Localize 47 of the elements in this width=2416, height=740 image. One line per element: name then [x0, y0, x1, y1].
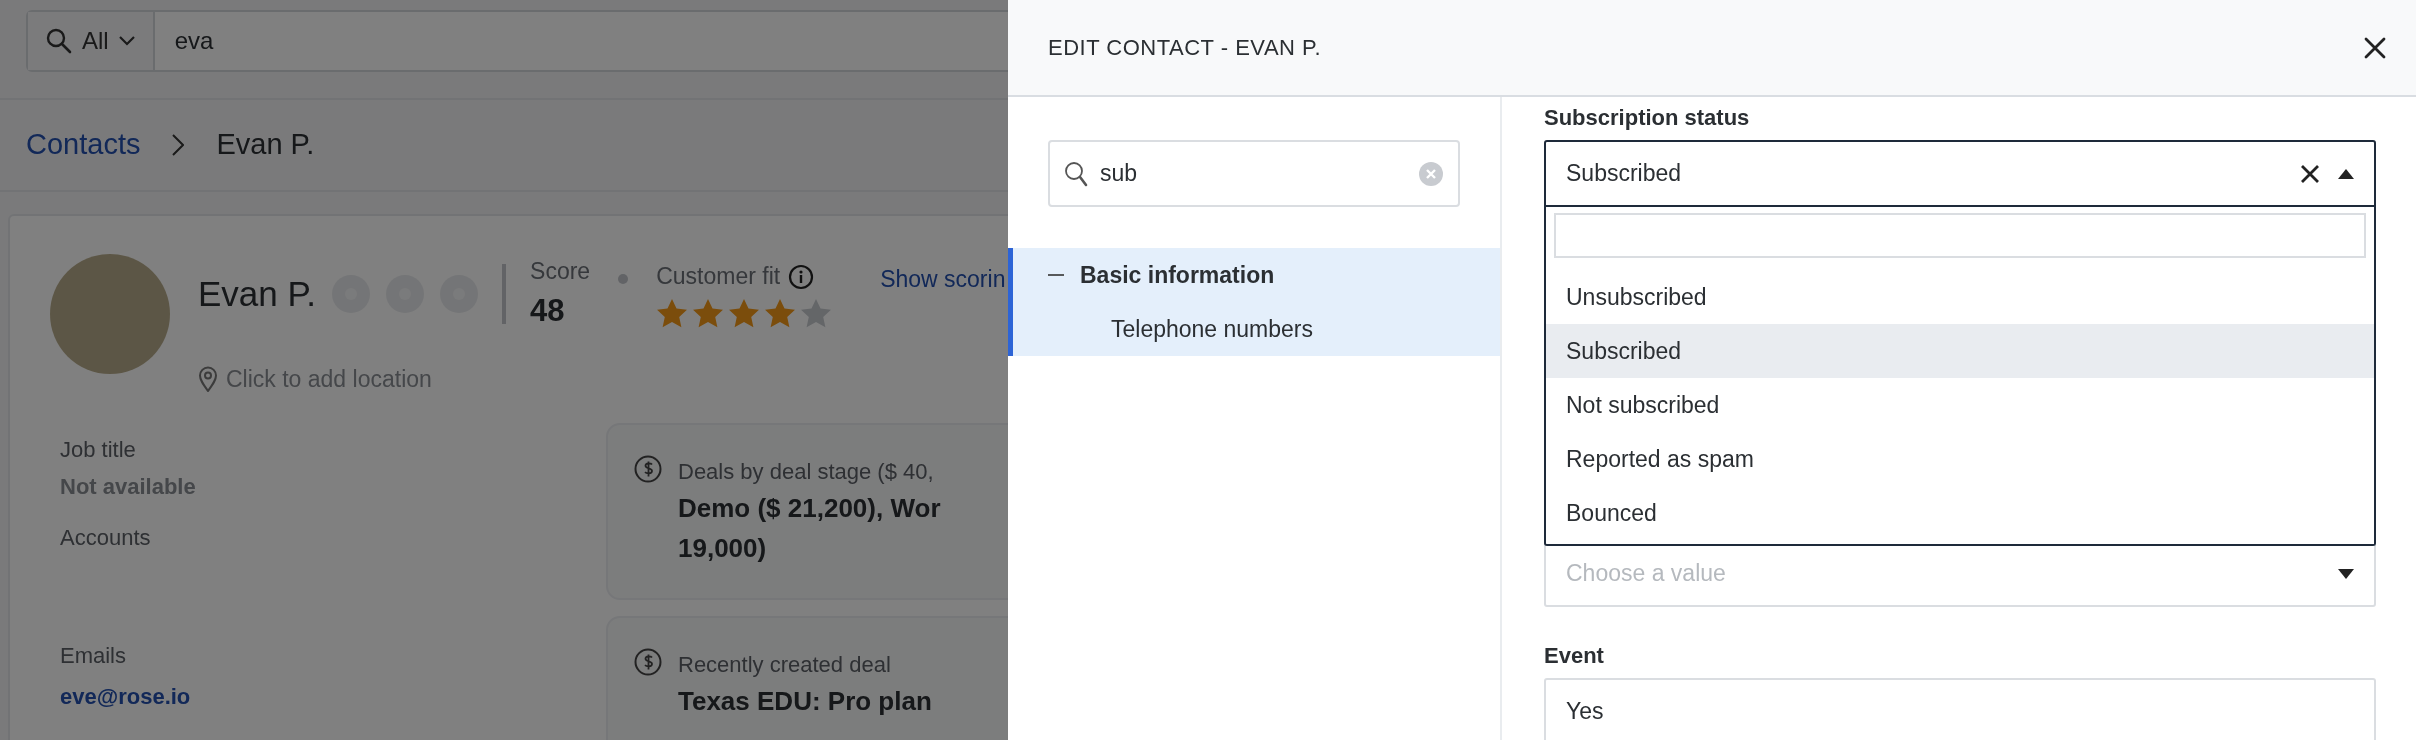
card-title: Deals by deal stage ($ 40, [678, 457, 935, 486]
chevron-right-icon [172, 134, 185, 156]
caret-up-icon [2338, 168, 2354, 179]
card-title: Recently created deal [678, 651, 892, 680]
filled-star-icon [764, 297, 797, 329]
score-value: 48 [530, 292, 566, 330]
dollar-icon [634, 648, 662, 677]
contact-name: Evan P. [198, 272, 317, 315]
field-label: Event [1544, 642, 1605, 670]
card-value: Demo ($ 21,200), Wor [678, 491, 941, 525]
tree-section[interactable]: Basic information Telephone numbers [1008, 248, 1500, 356]
field-value: Not available [60, 472, 197, 501]
clear-icon[interactable] [2300, 163, 2320, 184]
show-scoring-link[interactable]: Show scorin [880, 262, 1006, 297]
filled-star-icon [692, 297, 725, 329]
dropdown-option[interactable]: Unsubscribed [1546, 270, 2374, 324]
dropdown-option[interactable]: Not subscribed [1546, 378, 2374, 432]
close-icon [2364, 36, 2386, 59]
info-icon [788, 263, 815, 290]
dropdown-search-field[interactable] [1554, 213, 2366, 258]
field-label: Subscription status [1544, 104, 1751, 132]
filled-star-icon [656, 297, 689, 329]
dropdown-option[interactable]: Reported as spam [1546, 432, 2374, 486]
search-box[interactable]: sub [1048, 140, 1460, 207]
tree-item[interactable]: Telephone numbers [1013, 302, 1500, 356]
dropdown-option[interactable]: Subscribed [1546, 324, 2374, 378]
card-value: Texas EDU: Pro plan [678, 685, 932, 719]
empty-star-icon [800, 297, 833, 329]
dollar-icon [634, 454, 662, 483]
caret-down-icon [2338, 568, 2354, 579]
search-icon [1064, 160, 1088, 187]
field-label: Job title [60, 435, 137, 464]
panel-title: EDIT CONTACT - EVAN P. [1048, 34, 1321, 62]
field-label: Accounts [60, 523, 152, 552]
card-value: 19,000) [678, 531, 768, 565]
email-link[interactable]: eve@rose.io [60, 679, 191, 713]
location-pin-icon [198, 366, 218, 393]
dot-icon [618, 274, 629, 284]
dropdown-option[interactable]: Bounced [1546, 486, 2374, 540]
breadcrumb-current: Evan P. [216, 127, 315, 163]
filled-star-icon [728, 297, 761, 329]
score-label: Score [530, 256, 591, 286]
select-field[interactable]: Subscribed [1544, 140, 2376, 207]
tree-item[interactable]: Basic information [1080, 257, 1275, 293]
text-field[interactable]: Yes [1544, 678, 2376, 740]
field-label: Emails [60, 641, 127, 670]
customer-fit-label: Customer fit [656, 262, 781, 292]
